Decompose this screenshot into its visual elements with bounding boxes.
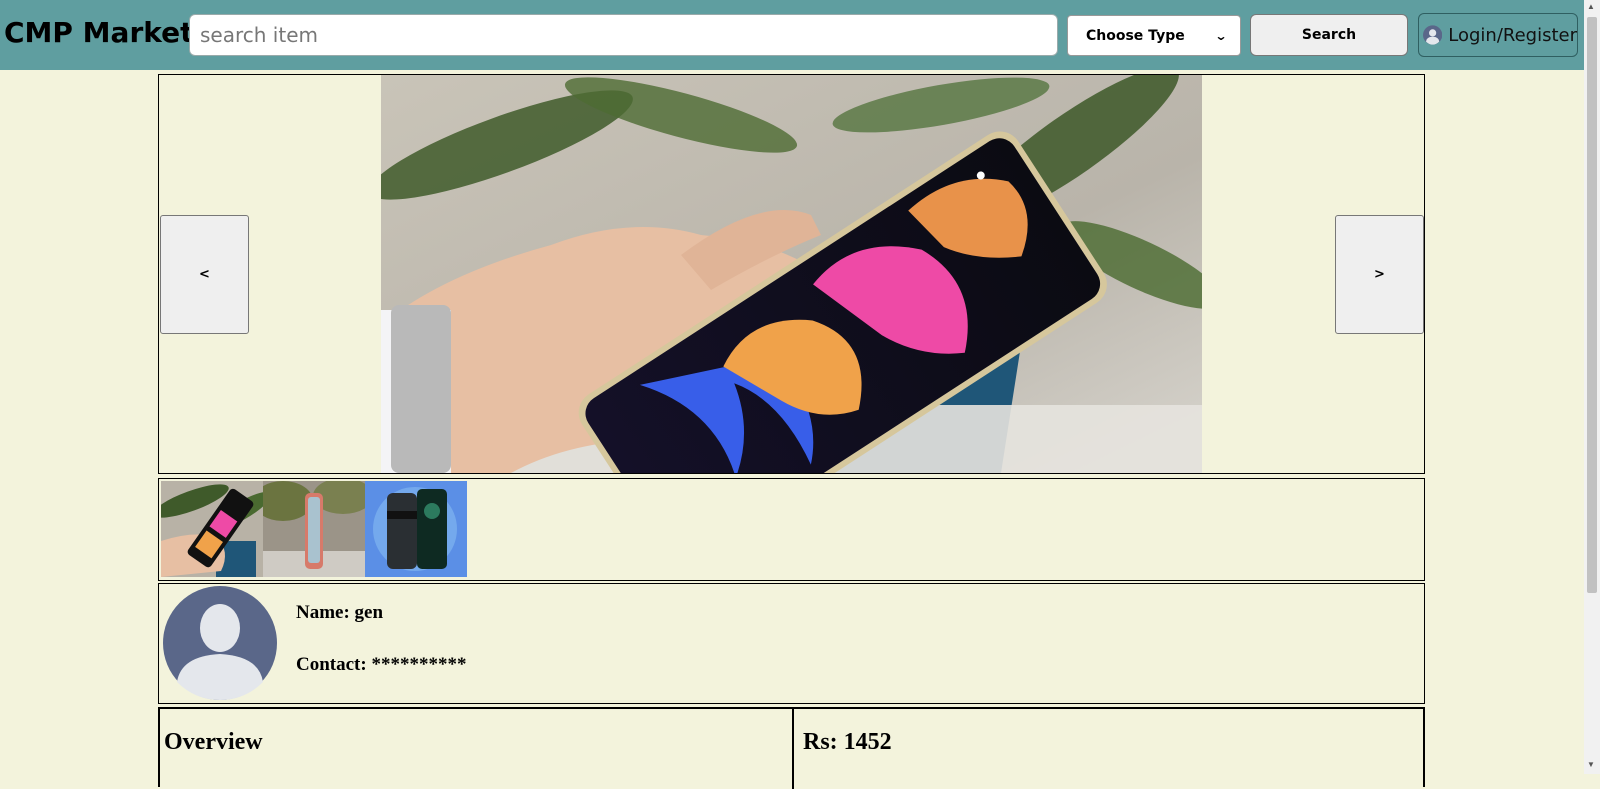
chevron-down-icon: ⌄ xyxy=(1214,28,1228,43)
login-register-label: Login/Register xyxy=(1448,24,1577,46)
type-select[interactable]: Choose Type ⌄ xyxy=(1067,15,1241,56)
thumbnail-phone-in-hand[interactable] xyxy=(161,481,263,577)
image-carousel: < > xyxy=(158,74,1425,474)
thumbnail-phone-outdoor[interactable] xyxy=(263,481,365,577)
product-info-row: Overview Rs: 1452 xyxy=(158,707,1425,789)
hero-phone-image xyxy=(381,75,1202,473)
scroll-down-icon[interactable]: ▼ xyxy=(1587,760,1595,769)
carousel-next-button[interactable]: > xyxy=(1335,215,1424,334)
seller-name: Name: gen xyxy=(296,602,384,623)
scrollbar-thumb[interactable] xyxy=(1587,17,1597,593)
page-scrollbar[interactable]: ▲ ▼ xyxy=(1584,0,1600,774)
search-input[interactable] xyxy=(189,14,1058,56)
overview-heading: Overview xyxy=(164,729,263,755)
thumbnail-strip xyxy=(158,478,1425,581)
top-navbar: CMP Market Choose Type ⌄ Search Login/Re… xyxy=(0,0,1584,70)
thumbnail-phone-product[interactable] xyxy=(365,481,467,577)
seller-avatar-icon xyxy=(163,586,277,700)
price-label: Rs: 1452 xyxy=(792,709,1423,789)
user-avatar-icon xyxy=(1423,25,1443,45)
type-select-value: Choose Type xyxy=(1086,27,1185,44)
seller-card: Name: gen Contact: ********** xyxy=(158,583,1425,704)
brand-logo-text[interactable]: CMP Market xyxy=(4,16,194,49)
seller-contact: Contact: ********** xyxy=(296,654,467,675)
carousel-prev-button[interactable]: < xyxy=(160,215,249,334)
search-button[interactable]: Search xyxy=(1250,14,1408,56)
scroll-up-icon[interactable]: ▲ xyxy=(1587,2,1595,11)
login-register-button[interactable]: Login/Register xyxy=(1418,13,1578,57)
